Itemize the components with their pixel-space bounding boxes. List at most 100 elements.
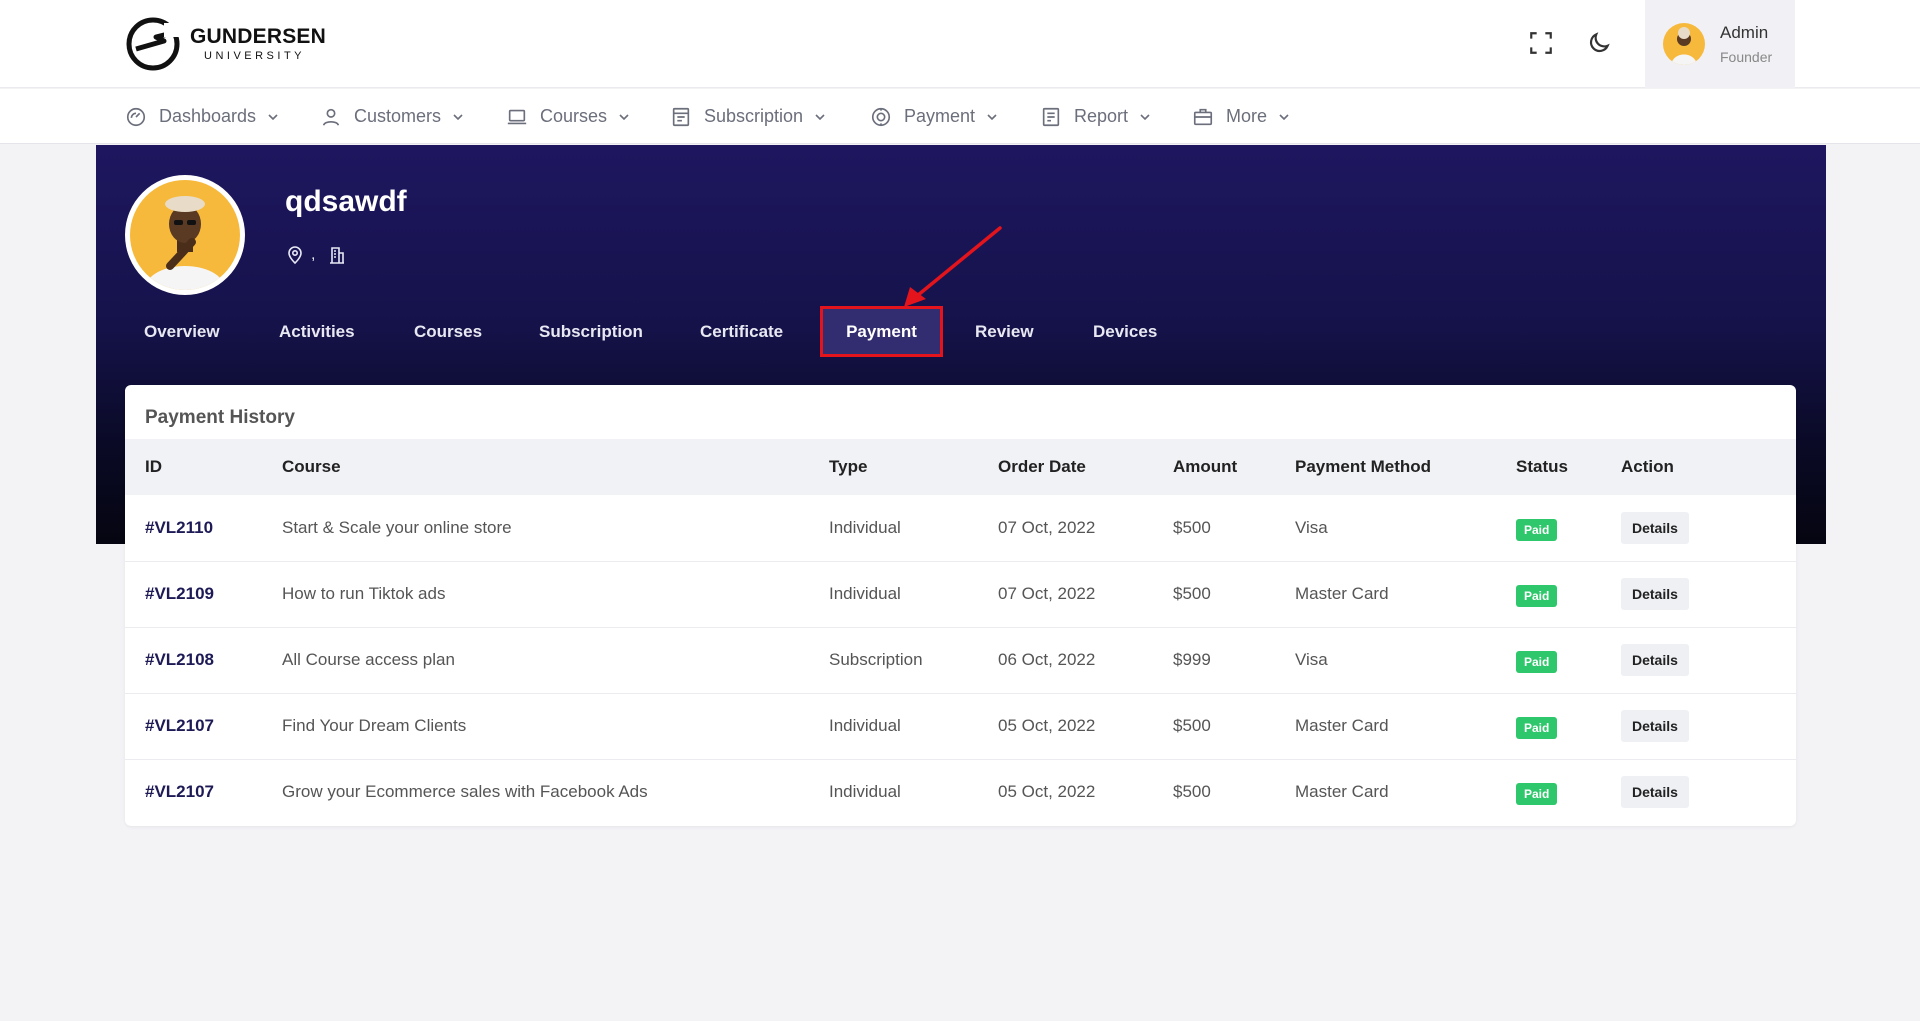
chevron-down-icon	[451, 110, 465, 124]
order-id[interactable]: #VL2109	[125, 561, 262, 627]
avatar	[1663, 23, 1705, 65]
tab-review[interactable]: Review	[975, 310, 1034, 354]
details-button[interactable]: Details	[1621, 578, 1689, 610]
nav-report[interactable]: Report	[1040, 89, 1152, 144]
order-id[interactable]: #VL2107	[125, 759, 262, 825]
course-name: How to run Tiktok ads	[282, 584, 446, 603]
course-name: Start & Scale your online store	[282, 517, 512, 537]
order-amount: $500	[1173, 584, 1211, 603]
order-type: Individual	[829, 716, 901, 735]
course-name: All Course access plan	[282, 650, 455, 669]
order-amount: $500	[1173, 716, 1211, 735]
order-id[interactable]: #VL2107	[125, 693, 262, 759]
table-row: #VL2108 All Course access plan Subscript…	[125, 627, 1796, 693]
nav-label: Courses	[540, 106, 608, 126]
order-amount: $999	[1173, 650, 1211, 669]
tab-certificate[interactable]: Certificate	[700, 310, 783, 354]
fullscreen-icon[interactable]	[1526, 28, 1556, 58]
location-separator: ,	[311, 246, 316, 263]
user-icon	[320, 106, 342, 128]
table-row: #VL2107 Find Your Dream Clients Individu…	[125, 693, 1796, 759]
tab-courses[interactable]: Courses	[414, 310, 482, 354]
table-row: #VL2110 Start & Scale your online store …	[125, 495, 1796, 561]
profile-photo	[130, 180, 240, 290]
status-badge: Paid	[1516, 518, 1558, 541]
column-header-course: Course	[282, 457, 341, 476]
nav-label: Dashboards	[159, 106, 257, 126]
report-icon	[1040, 106, 1062, 128]
payment-method: Visa	[1295, 517, 1328, 537]
table-row: #VL2107 Grow your Ecommerce sales with F…	[125, 759, 1796, 825]
details-button[interactable]: Details	[1621, 511, 1689, 544]
profile-meta: ,	[285, 245, 347, 265]
payment-method: Master Card	[1295, 584, 1389, 603]
profile-avatar	[125, 175, 245, 295]
column-header-order-date: Order Date	[998, 457, 1086, 476]
status-badge: Paid	[1516, 717, 1558, 739]
column-header-id: ID	[145, 457, 162, 476]
moon-icon[interactable]	[1584, 28, 1614, 58]
laptop-icon	[506, 106, 528, 128]
order-id[interactable]: #VL2110	[125, 495, 262, 561]
payment-history-card: Payment History ID Course Type Order Dat…	[125, 385, 1796, 826]
coin-icon	[870, 106, 892, 128]
chevron-down-icon	[1277, 110, 1291, 124]
user-name: Admin	[1720, 23, 1769, 42]
user-menu[interactable]: Admin Founder	[1645, 0, 1795, 88]
status-badge: Paid	[1516, 585, 1558, 607]
nav-customers[interactable]: Customers	[320, 89, 465, 144]
details-button[interactable]: Details	[1621, 644, 1689, 676]
chevron-down-icon	[266, 110, 280, 124]
tab-overview[interactable]: Overview	[144, 310, 220, 354]
nav-label: Subscription	[704, 106, 804, 126]
brand-logo[interactable]: GUNDERSEN UNIVERSITY	[124, 15, 326, 73]
course-name: Find Your Dream Clients	[282, 716, 467, 735]
table-header-row: ID Course Type Order Date Amount Payment…	[125, 439, 1796, 495]
order-date: 05 Oct, 2022	[998, 716, 1096, 735]
order-type: Subscription	[829, 650, 923, 669]
brand-name: GUNDERSEN	[190, 25, 326, 48]
tab-devices[interactable]: Devices	[1093, 310, 1157, 354]
payment-method: Master Card	[1295, 782, 1389, 802]
briefcase-icon	[1192, 106, 1214, 128]
order-type: Individual	[829, 517, 901, 537]
column-header-amount: Amount	[1173, 457, 1238, 476]
order-date: 07 Oct, 2022	[998, 584, 1096, 603]
nav-payment[interactable]: Payment	[870, 89, 999, 144]
nav-more[interactable]: More	[1192, 89, 1291, 144]
building-icon	[330, 247, 345, 264]
order-date: 07 Oct, 2022	[998, 517, 1096, 537]
nav-label: More	[1226, 106, 1268, 126]
nav-courses[interactable]: Courses	[506, 89, 631, 144]
details-button[interactable]: Details	[1621, 776, 1689, 809]
column-header-action: Action	[1621, 457, 1674, 476]
column-header-status: Status	[1516, 457, 1568, 476]
order-type: Individual	[829, 584, 901, 603]
chevron-down-icon	[813, 110, 827, 124]
payment-table: ID Course Type Order Date Amount Payment…	[125, 439, 1796, 825]
brand-subtitle: UNIVERSITY	[204, 50, 306, 62]
status-badge: Paid	[1516, 651, 1558, 673]
tab-payment[interactable]: Payment	[820, 306, 943, 357]
gundersen-logo-icon	[126, 17, 180, 71]
nav-subscription[interactable]: Subscription	[670, 89, 827, 144]
order-date: 06 Oct, 2022	[998, 650, 1096, 669]
details-button[interactable]: Details	[1621, 710, 1689, 742]
nav-dashboards[interactable]: Dashboards	[125, 89, 280, 144]
tab-subscription[interactable]: Subscription	[539, 310, 643, 354]
card-title: Payment History	[145, 407, 295, 428]
dashboard-icon	[125, 106, 147, 128]
user-role: Founder	[1720, 49, 1773, 65]
subscription-icon	[670, 106, 692, 128]
nav-label: Customers	[354, 106, 442, 126]
tab-activities[interactable]: Activities	[279, 310, 355, 354]
table-row: #VL2109 How to run Tiktok ads Individual…	[125, 561, 1796, 627]
chevron-down-icon	[985, 110, 999, 124]
annotation-arrow-icon	[904, 226, 1002, 307]
order-type: Individual	[829, 782, 901, 802]
chevron-down-icon	[617, 110, 631, 124]
payment-method: Visa	[1295, 650, 1328, 669]
profile-name: qdsawdf	[285, 185, 407, 218]
nav-label: Payment	[904, 106, 976, 126]
order-id[interactable]: #VL2108	[125, 627, 262, 693]
